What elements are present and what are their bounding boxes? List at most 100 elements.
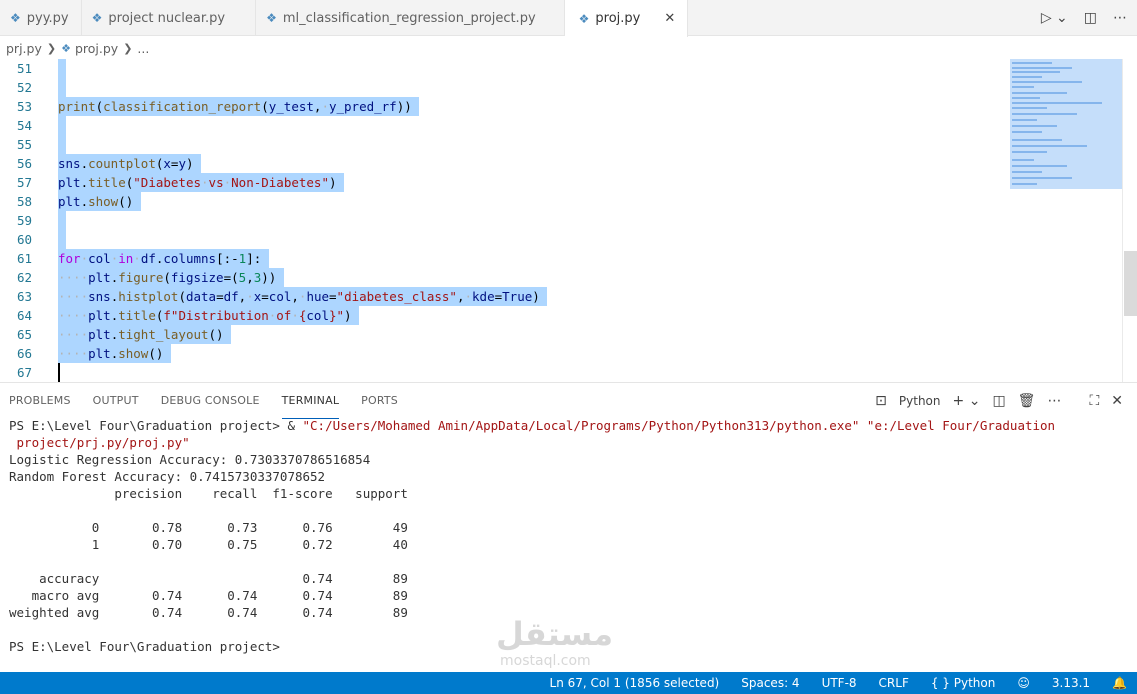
tab-label: project nuclear.py: [108, 10, 226, 26]
code-line-63: ····sns.histplot(data=df,·x=col,·hue="di…: [58, 287, 548, 306]
line-number: 66: [16, 346, 32, 361]
cursor-position[interactable]: Ln 67, Col 1 (1856 selected): [550, 676, 720, 690]
line-number: 64: [16, 308, 32, 323]
line-number: 53: [16, 99, 32, 114]
python-file-icon: ❖: [91, 11, 103, 25]
breadcrumb-more[interactable]: ...: [137, 41, 149, 56]
editor-scrollbar[interactable]: [1124, 251, 1137, 316]
encoding[interactable]: UTF-8: [822, 676, 857, 690]
python-version[interactable]: 3.13.1: [1052, 676, 1090, 690]
code-line-52: [58, 78, 547, 97]
code-line-54: [58, 116, 547, 135]
tab-pyy[interactable]: ❖ pyy.py: [0, 0, 82, 36]
tab-ml-classification[interactable]: ❖ ml_classification_regression_project.p…: [256, 0, 565, 36]
more-icon[interactable]: ⋯: [1047, 393, 1061, 409]
line-number: 56: [16, 156, 32, 171]
terminal-line: Random Forest Accuracy: 0.74157303370786…: [9, 469, 326, 484]
terminal-line: 1 0.70 0.75 0.72 40: [9, 537, 408, 552]
terminal-line: Logistic Regression Accuracy: 0.73033707…: [9, 452, 371, 467]
line-number: 52: [16, 80, 32, 95]
python-file-icon: ❖: [61, 41, 71, 55]
code-line-57: plt.title("Diabetes·vs·Non-Diabetes"): [58, 173, 547, 192]
run-python-icon[interactable]: ▷ ⌄: [1041, 10, 1068, 26]
terminal-prompt: PS E:\Level Four\Graduation project> &: [9, 418, 303, 433]
terminal-command-exe: "C:/Users/Mohamed Amin/AppData/Local/Pro…: [302, 418, 860, 433]
code-line-53: print(classification_report(y_test,·y_pr…: [58, 97, 547, 116]
line-number: 58: [16, 194, 32, 209]
split-terminal-icon[interactable]: ◫: [992, 393, 1005, 409]
terminal-line: weighted avg 0.74 0.74 0.74 89: [9, 605, 408, 620]
terminal-command-arg-cont: project/prj.py/proj.py": [9, 435, 190, 450]
minimap[interactable]: [1010, 59, 1122, 189]
copilot-icon[interactable]: ☺: [1017, 676, 1030, 690]
text-cursor: [58, 363, 60, 382]
line-number-gutter: 51 52 53 54 55 56 57 58 59 60 61 62 63 6…: [0, 59, 48, 382]
python-file-icon: ❖: [10, 11, 21, 25]
close-tab-icon[interactable]: ✕: [664, 11, 675, 26]
tab-label: pyy.py: [26, 10, 69, 26]
watermark-url: mostaql.com: [500, 653, 591, 669]
terminal-line: macro avg 0.74 0.74 0.74 89: [9, 588, 408, 603]
terminal-line: 0 0.78 0.73 0.76 49: [9, 520, 408, 535]
more-actions-icon[interactable]: ⋯: [1113, 10, 1127, 26]
watermark-logo: مستقل: [496, 615, 614, 653]
code-lines[interactable]: print(classification_report(y_test,·y_pr…: [58, 59, 548, 382]
code-line-51: [58, 59, 547, 78]
language-mode[interactable]: { } Python: [931, 676, 996, 690]
tab-proj[interactable]: ❖ proj.py ✕: [564, 0, 689, 37]
code-line-62: ····plt.figure(figsize=(5,3)): [58, 268, 547, 287]
editor-actions: ▷ ⌄ ◫ ⋯: [1041, 0, 1127, 36]
chevron-right-icon: ❯: [46, 41, 57, 55]
breadcrumb-folder[interactable]: prj.py: [6, 41, 42, 56]
panel-actions: ⊡ Python + ⌄ ◫ 🗑 ⋯ ⛶ ✕: [875, 383, 1123, 419]
line-number: 54: [16, 118, 32, 133]
editor-tab-bar: ❖ pyy.py ❖ project nuclear.py ❖ ml_class…: [0, 0, 1137, 37]
tab-output[interactable]: OUTPUT: [93, 383, 139, 419]
bell-icon[interactable]: 🔔: [1112, 676, 1127, 690]
code-line-58: plt.show(): [58, 192, 547, 211]
code-line-64: ····plt.title(f"Distribution·of·{col}"): [58, 306, 547, 325]
tab-terminal[interactable]: TERMINAL: [281, 383, 340, 419]
indentation[interactable]: Spaces: 4: [741, 676, 799, 690]
terminal-line: precision recall f1-score support: [9, 486, 408, 501]
code-line-61: for·col·in·df.columns[:-1]:: [58, 249, 547, 268]
line-number: 51: [16, 61, 32, 76]
breadcrumb: prj.py ❯ ❖ proj.py ❯ ...: [0, 37, 1137, 59]
line-number: 60: [16, 232, 32, 247]
code-editor[interactable]: 51 52 53 54 55 56 57 58 59 60 61 62 63 6…: [0, 59, 1137, 382]
tab-problems[interactable]: PROBLEMS: [9, 383, 71, 419]
terminal-command-arg: "e:/Level Four/Graduation: [859, 418, 1056, 433]
breadcrumb-file[interactable]: proj.py: [75, 41, 118, 56]
code-line-60: [58, 230, 547, 249]
tab-label: ml_classification_regression_project.py: [282, 10, 536, 26]
terminal-name[interactable]: Python: [899, 394, 941, 408]
line-number: 57: [16, 175, 32, 190]
chevron-right-icon: ❯: [123, 41, 133, 55]
maximize-panel-icon[interactable]: ⛶: [1089, 393, 1099, 409]
line-number: 61: [16, 251, 32, 266]
python-file-icon: ❖: [266, 11, 277, 25]
new-terminal-icon[interactable]: + ⌄: [953, 393, 981, 409]
split-editor-icon[interactable]: ◫: [1084, 10, 1097, 26]
tab-debug-console[interactable]: DEBUG CONSOLE: [161, 383, 260, 419]
line-number: 62: [16, 270, 32, 285]
tab-project-nuclear[interactable]: ❖ project nuclear.py: [82, 0, 257, 36]
code-line-65: ····plt.tight_layout(): [58, 325, 547, 344]
line-number: 65: [16, 327, 32, 342]
terminal-prompt: PS E:\Level Four\Graduation project>: [9, 639, 288, 654]
end-of-line[interactable]: CRLF: [879, 676, 909, 690]
line-number: 63: [16, 289, 32, 304]
terminal-line: accuracy 0.74 89: [9, 571, 408, 586]
python-file-icon: ❖: [578, 11, 590, 26]
code-line-59: [58, 211, 547, 230]
line-number: 67: [16, 365, 32, 380]
status-bar: Ln 67, Col 1 (1856 selected) Spaces: 4 U…: [0, 672, 1137, 694]
close-panel-icon[interactable]: ✕: [1111, 393, 1123, 409]
trash-icon[interactable]: 🗑: [1018, 393, 1036, 409]
tab-ports[interactable]: PORTS: [361, 383, 398, 419]
terminal-icon: ⊡: [875, 393, 887, 409]
scroll-track: [1122, 59, 1123, 382]
code-line-55: [58, 135, 547, 154]
line-number: 55: [16, 137, 32, 152]
code-line-66: ····plt.show(): [58, 344, 547, 363]
